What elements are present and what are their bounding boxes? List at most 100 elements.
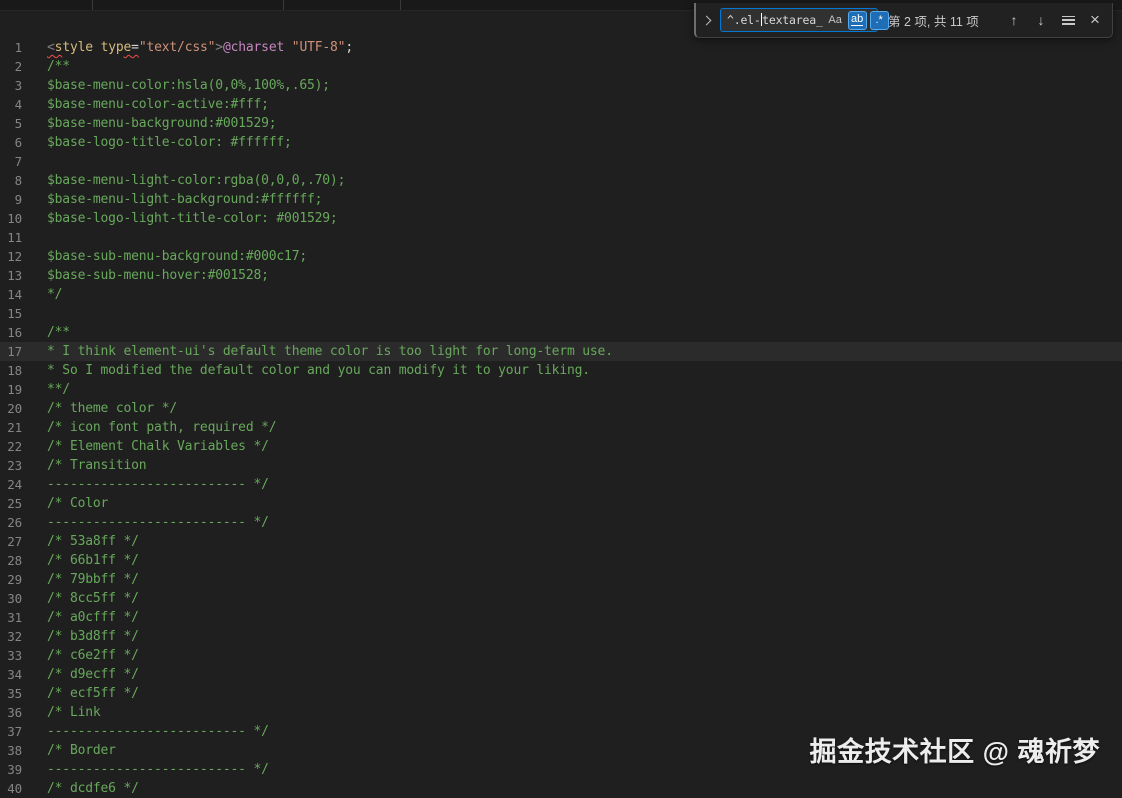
code-editor[interactable]: 1 <style type="text/css">@charset "UTF-8"… <box>0 11 1122 796</box>
line-text: /* 53a8ff */ <box>47 534 139 549</box>
line-text: /** <box>47 59 70 74</box>
line-number: 27 <box>7 534 22 549</box>
code-line-5[interactable]: 5 $base-menu-background:#001529; <box>0 114 1122 133</box>
line-number: 32 <box>7 629 22 644</box>
line-text: $base-logo-title-color: #ffffff; <box>47 135 292 150</box>
line-number: 37 <box>7 724 22 739</box>
regex-toggle[interactable]: .* <box>869 10 889 30</box>
line-number: 31 <box>7 610 22 625</box>
line-number: 38 <box>7 743 22 758</box>
code-line-11[interactable]: 11 <box>0 228 1122 247</box>
line-text: /* b3d8ff */ <box>47 629 139 644</box>
code-line-6[interactable]: 6 $base-logo-title-color: #ffffff; <box>0 133 1122 152</box>
line-text: /* d9ecff */ <box>47 667 139 682</box>
line-text <box>47 304 1122 323</box>
code-line-29[interactable]: 29 /* 79bbff */ <box>0 570 1122 589</box>
code-line-35[interactable]: 35 /* ecf5ff */ <box>0 684 1122 703</box>
code-line-25[interactable]: 25 /* Color <box>0 494 1122 513</box>
find-results-count: 第 2 项, 共 11 项 <box>888 14 979 29</box>
line-text <box>47 228 1122 247</box>
code-line-19[interactable]: 19 **/ <box>0 380 1122 399</box>
toggle-replace-button[interactable] <box>700 9 714 31</box>
code-line-9[interactable]: 9 $base-menu-light-background:#ffffff; <box>0 190 1122 209</box>
code-line-8[interactable]: 8 $base-menu-light-color:rgba(0,0,0,.70); <box>0 171 1122 190</box>
code-line-26[interactable]: 26 -------------------------- */ <box>0 513 1122 532</box>
previous-match-button[interactable]: ↑ <box>1003 9 1025 31</box>
code-line-12[interactable]: 12 $base-sub-menu-background:#000c17; <box>0 247 1122 266</box>
line-number: 29 <box>7 572 22 587</box>
line-number: 21 <box>7 420 22 435</box>
line-text: $base-menu-color:hsla(0,0%,100%,.65); <box>47 78 330 93</box>
code-line-20[interactable]: 20 /* theme color */ <box>0 399 1122 418</box>
find-in-selection-button[interactable] <box>1057 9 1079 31</box>
code-line-36[interactable]: 36 /* Link <box>0 703 1122 722</box>
line-number: 30 <box>7 591 22 606</box>
line-text: /* 79bbff */ <box>47 572 139 587</box>
line-number: 12 <box>7 249 22 264</box>
line-number: 6 <box>14 135 23 150</box>
code-line-13[interactable]: 13 $base-sub-menu-hover:#001528; <box>0 266 1122 285</box>
code-line-4[interactable]: 4 $base-menu-color-active:#fff; <box>0 95 1122 114</box>
code-line-17[interactable]: 17 * I think element-ui's default theme c… <box>0 342 1122 361</box>
code-line-31[interactable]: 31 /* a0cfff */ <box>0 608 1122 627</box>
line-text: <style type="text/css">@charset "UTF-8"; <box>47 40 353 55</box>
find-actions: ↑ ↓ × <box>1003 9 1106 31</box>
code-line-34[interactable]: 34 /* d9ecff */ <box>0 665 1122 684</box>
line-number: 24 <box>7 477 22 492</box>
line-text: */ <box>47 287 63 302</box>
line-text: * So I modified the default color and yo… <box>47 363 590 378</box>
code-line-3[interactable]: 3 $base-menu-color:hsla(0,0%,100%,.65); <box>0 76 1122 95</box>
code-line-40[interactable]: 40 /* dcdfe6 */ <box>0 779 1122 798</box>
line-number: 33 <box>7 648 22 663</box>
find-input[interactable]: ^.el-textarea_ Aa ab .* <box>720 8 889 32</box>
code-line-30[interactable]: 30 /* 8cc5ff */ <box>0 589 1122 608</box>
line-number: 23 <box>7 458 22 473</box>
code-line-21[interactable]: 21 /* icon font path, required */ <box>0 418 1122 437</box>
code-line-7[interactable]: 7 <box>0 152 1122 171</box>
line-text: /* c6e2ff */ <box>47 648 139 663</box>
line-number: 35 <box>7 686 22 701</box>
line-number: 2 <box>14 59 23 74</box>
code-line-18[interactable]: 18 * So I modified the default color and … <box>0 361 1122 380</box>
line-text: /* 66b1ff */ <box>47 553 139 568</box>
find-in-selection-icon <box>1061 15 1075 25</box>
line-text: /* a0cfff */ <box>47 610 139 625</box>
line-number: 19 <box>7 382 22 397</box>
code-line-14[interactable]: 14 */ <box>0 285 1122 304</box>
tab-separator <box>92 0 93 10</box>
code-line-2[interactable]: 2 /** <box>0 57 1122 76</box>
find-widget: ^.el-textarea_ Aa ab .* 第 2 项, 共 11 项 ↑ … <box>694 3 1113 38</box>
line-number: 5 <box>14 116 23 131</box>
line-number: 7 <box>14 154 23 169</box>
code-line-23[interactable]: 23 /* Transition <box>0 456 1122 475</box>
line-text: /* Element Chalk Variables */ <box>47 439 269 454</box>
code-line-22[interactable]: 22 /* Element Chalk Variables */ <box>0 437 1122 456</box>
line-text: $base-logo-light-title-color: #001529; <box>47 211 338 226</box>
line-text <box>47 152 1122 171</box>
line-number: 1 <box>14 40 23 55</box>
chevron-right-icon <box>701 15 711 25</box>
code-line-27[interactable]: 27 /* 53a8ff */ <box>0 532 1122 551</box>
line-number: 10 <box>7 211 22 226</box>
code-line-15[interactable]: 15 <box>0 304 1122 323</box>
line-text: /** <box>47 325 70 340</box>
close-find-button[interactable]: × <box>1084 9 1106 31</box>
line-number: 22 <box>7 439 22 454</box>
code-line-10[interactable]: 10 $base-logo-light-title-color: #001529; <box>0 209 1122 228</box>
line-text: -------------------------- */ <box>47 515 269 530</box>
whole-word-toggle[interactable]: ab <box>847 10 867 30</box>
code-line-1[interactable]: 1 <style type="text/css">@charset "UTF-8"… <box>0 38 1122 57</box>
line-text: **/ <box>47 382 70 397</box>
next-match-button[interactable]: ↓ <box>1030 9 1052 31</box>
match-case-toggle[interactable]: Aa <box>826 11 845 30</box>
code-line-32[interactable]: 32 /* b3d8ff */ <box>0 627 1122 646</box>
code-line-28[interactable]: 28 /* 66b1ff */ <box>0 551 1122 570</box>
code-line-16[interactable]: 16 /** <box>0 323 1122 342</box>
code-line-33[interactable]: 33 /* c6e2ff */ <box>0 646 1122 665</box>
code-line-24[interactable]: 24 -------------------------- */ <box>0 475 1122 494</box>
line-number: 39 <box>7 762 22 777</box>
line-number: 4 <box>14 97 23 112</box>
line-text: /* Transition <box>47 458 147 473</box>
tab-separator <box>400 0 401 10</box>
line-text: /* 8cc5ff */ <box>47 591 139 606</box>
